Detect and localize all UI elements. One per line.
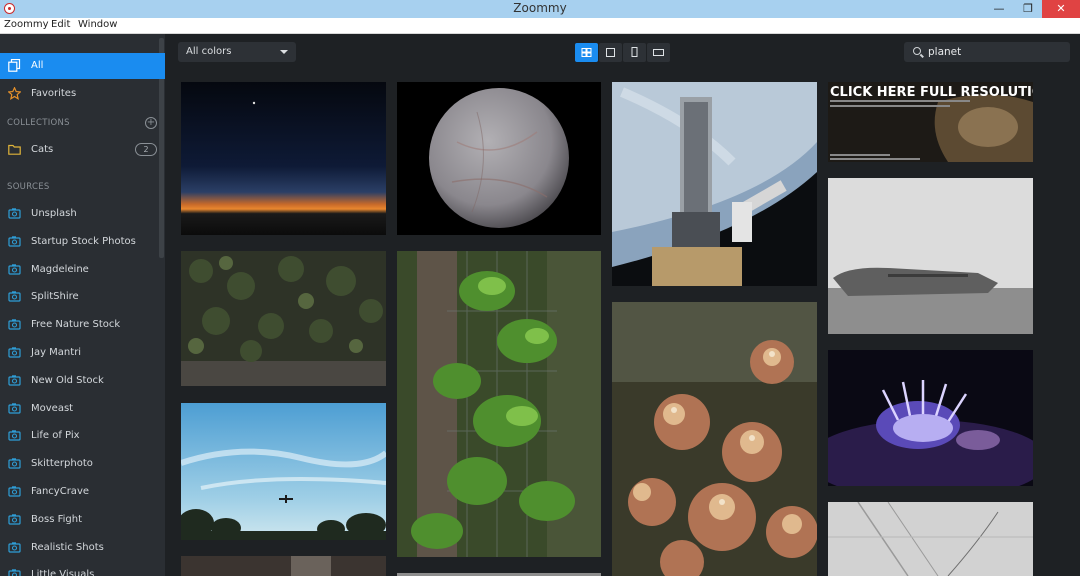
sidebar-item-favorites[interactable]: Favorites bbox=[0, 81, 165, 107]
sidebar-item-magdeleine[interactable]: Magdeleine bbox=[0, 257, 165, 283]
sidebar-item-label: Unsplash bbox=[31, 208, 77, 219]
search-box[interactable] bbox=[904, 42, 1070, 62]
sidebar: All Favorites COLLECTIONS + Cats 2 SOURC… bbox=[0, 34, 165, 576]
color-filter-value: All colors bbox=[186, 46, 232, 57]
sidebar-item-cats[interactable]: Cats 2 bbox=[0, 137, 165, 163]
sidebar-item-label: Realistic Shots bbox=[31, 541, 104, 553]
camera-icon bbox=[8, 514, 21, 525]
sidebar-item-label: Magdeleine bbox=[31, 263, 89, 275]
grid-view-icon bbox=[581, 48, 592, 57]
sidebar-item-label: Free Nature Stock bbox=[31, 319, 121, 331]
color-filter-dropdown[interactable]: All colors bbox=[178, 42, 296, 62]
camera-icon bbox=[8, 402, 21, 414]
photo-ivy-wall[interactable] bbox=[181, 251, 386, 386]
photo-partial-bottom[interactable] bbox=[181, 556, 386, 576]
photo-night-horizon[interactable] bbox=[181, 82, 386, 235]
sidebar-item-splitshire[interactable]: SplitShire bbox=[0, 284, 165, 310]
photo-airplane-sky[interactable] bbox=[181, 403, 386, 540]
collections-header: COLLECTIONS bbox=[7, 118, 70, 128]
sidebar-item-label: Life of Pix bbox=[31, 430, 80, 442]
star-icon bbox=[8, 87, 21, 100]
maximize-button[interactable]: ❐ bbox=[1013, 0, 1043, 18]
sidebar-item-label: All bbox=[31, 60, 44, 71]
camera-icon bbox=[8, 458, 21, 469]
sources-header: SOURCES bbox=[7, 182, 50, 192]
sidebar-item-label: New Old Stock bbox=[31, 374, 104, 386]
close-button[interactable]: ✕ bbox=[1042, 0, 1080, 18]
search-input[interactable] bbox=[928, 44, 1064, 60]
camera-icon bbox=[8, 375, 21, 386]
sidebar-item-label: FancyCrave bbox=[31, 486, 90, 497]
collection-count-badge: 2 bbox=[135, 143, 157, 156]
camera-icon bbox=[8, 291, 21, 302]
sidebar-item-boss-fight[interactable]: Boss Fight bbox=[0, 507, 165, 533]
camera-icon bbox=[8, 236, 21, 247]
menu-window[interactable]: Window bbox=[78, 19, 117, 30]
landscape-view-button[interactable] bbox=[647, 43, 670, 62]
window-title: Zoommy bbox=[513, 1, 567, 15]
sidebar-item-unsplash[interactable]: Unsplash bbox=[0, 201, 165, 227]
photo-sea-slug[interactable] bbox=[828, 350, 1033, 486]
camera-icon bbox=[8, 319, 21, 330]
sidebar-item-label: SplitShire bbox=[31, 291, 79, 303]
sidebar-item-label: Skitterphoto bbox=[31, 458, 93, 470]
copy-icon bbox=[8, 59, 21, 72]
sidebar-item-all[interactable]: All bbox=[0, 53, 165, 79]
camera-icon bbox=[8, 347, 21, 358]
photo-moon[interactable] bbox=[397, 82, 601, 235]
grid-view-button[interactable] bbox=[575, 43, 598, 62]
sidebar-item-label: Cats bbox=[31, 144, 54, 155]
chevron-down-icon bbox=[280, 50, 288, 54]
portrait-view-icon bbox=[631, 47, 638, 57]
search-icon bbox=[913, 47, 921, 55]
sidebar-item-free-nature-stock[interactable]: Free Nature Stock bbox=[0, 312, 165, 338]
photo-green-plant[interactable] bbox=[397, 251, 601, 557]
sidebar-item-label: Jay Mantri bbox=[31, 347, 82, 358]
photo-concrete[interactable] bbox=[828, 502, 1033, 576]
portrait-view-button[interactable] bbox=[623, 43, 646, 62]
minimize-button[interactable]: — bbox=[984, 0, 1014, 18]
sidebar-item-label: Little Visuals bbox=[31, 569, 95, 576]
sidebar-item-label: Favorites bbox=[31, 88, 77, 99]
sidebar-item-little-visuals[interactable]: Little Visuals bbox=[0, 562, 165, 576]
single-view-button[interactable] bbox=[599, 43, 622, 62]
camera-icon bbox=[8, 263, 21, 275]
menu-zoommy[interactable]: Zoommy bbox=[4, 19, 49, 30]
sidebar-item-skitterphoto[interactable]: Skitterphoto bbox=[0, 451, 165, 477]
camera-icon bbox=[8, 541, 21, 553]
banner-overlay-text: CLICK HERE FULL RESOLUTION bbox=[830, 85, 1033, 100]
sidebar-item-jay-mantri[interactable]: Jay Mantri bbox=[0, 340, 165, 366]
sidebar-item-moveast[interactable]: Moveast bbox=[0, 396, 165, 422]
add-collection-button[interactable]: + bbox=[145, 117, 157, 129]
camera-icon bbox=[8, 569, 21, 576]
photo-space-station[interactable] bbox=[612, 82, 817, 286]
menu-bar: Zoommy Edit Window bbox=[0, 18, 1080, 34]
landscape-view-icon bbox=[653, 49, 664, 56]
title-bar: Zoommy — ❐ ✕ bbox=[0, 0, 1080, 18]
sidebar-item-fancycrave[interactable]: FancyCrave bbox=[0, 479, 165, 505]
photo-plane-wreck[interactable] bbox=[828, 178, 1033, 334]
photo-full-resolution-banner[interactable]: CLICK HERE FULL RESOLUTION bbox=[828, 82, 1033, 162]
camera-icon bbox=[8, 208, 21, 219]
sidebar-item-life-of-pix[interactable]: Life of Pix bbox=[0, 423, 165, 449]
camera-icon bbox=[8, 430, 21, 441]
sidebar-item-label: Boss Fight bbox=[31, 513, 82, 525]
sidebar-item-label: Moveast bbox=[31, 402, 74, 414]
main-area: All colors planet CLICK HERE FULL RESOLU… bbox=[165, 34, 1080, 576]
folder-icon bbox=[8, 144, 21, 155]
single-view-icon bbox=[606, 48, 615, 57]
sidebar-item-label: Startup Stock Photos bbox=[31, 235, 136, 247]
camera-icon bbox=[8, 486, 21, 497]
photo-succulent[interactable] bbox=[612, 302, 817, 576]
sidebar-item-startup-stock-photos[interactable]: Startup Stock Photos bbox=[0, 229, 165, 255]
sidebar-item-new-old-stock[interactable]: New Old Stock bbox=[0, 368, 165, 394]
sidebar-item-realistic-shots[interactable]: Realistic Shots bbox=[0, 535, 165, 561]
menu-edit[interactable]: Edit bbox=[51, 19, 70, 30]
